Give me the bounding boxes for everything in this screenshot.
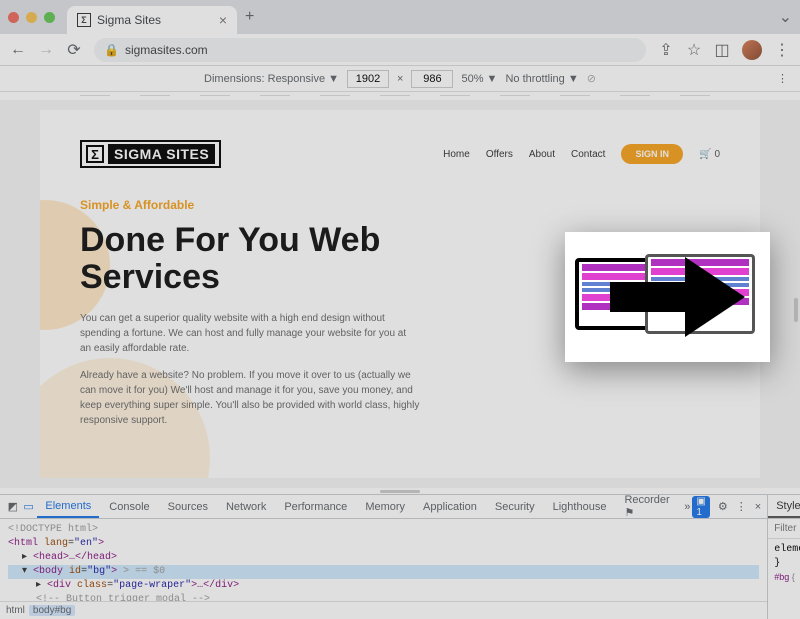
styles-panel[interactable]: element.style { } #bg { _setting.scss:11… — [768, 539, 800, 619]
rotate-icon[interactable]: ⊘ — [587, 72, 596, 85]
source-line[interactable]: <!-- Button trigger modal --> — [8, 593, 759, 601]
devtools-menu-icon[interactable]: ⋮ — [736, 500, 747, 513]
tab-styles[interactable]: Styles — [768, 495, 800, 518]
devtools-main: ◩ ▭ Elements Console Sources Network Per… — [0, 495, 768, 619]
tab-title: Sigma Sites — [97, 13, 161, 27]
overlay-graphic — [565, 232, 770, 362]
forward-button[interactable]: → — [38, 42, 54, 58]
tab-console[interactable]: Console — [101, 495, 157, 518]
lock-icon: 🔒 — [104, 43, 119, 57]
devtools-panel: ◩ ▭ Elements Console Sources Network Per… — [0, 494, 800, 619]
device-toolbar: Dimensions: Responsive ▼ × 50% ▼ No thro… — [0, 66, 800, 92]
tabs-overflow-icon[interactable]: » — [684, 501, 690, 513]
cart-button[interactable]: 🛒 0 — [699, 149, 720, 160]
cart-count: 0 — [714, 149, 720, 160]
hero-paragraph: You can get a superior quality website w… — [80, 311, 420, 356]
throttling-dropdown[interactable]: No throttling ▼ — [505, 73, 578, 85]
dimensions-dropdown[interactable]: Dimensions: Responsive ▼ — [204, 73, 339, 85]
elements-tree[interactable]: <!DOCTYPE html> <html lang="en"> ▸ <head… — [0, 519, 767, 601]
tab-overflow-icon[interactable]: ⌄ — [779, 7, 792, 27]
tab-application[interactable]: Application — [415, 495, 485, 518]
inline-style-rule[interactable]: element.style { — [774, 543, 800, 557]
tab-memory[interactable]: Memory — [357, 495, 413, 518]
browser-tab[interactable]: Σ Sigma Sites × — [67, 6, 237, 34]
styles-filter-row: :hov .cls + ▦ ⋮ — [768, 519, 800, 539]
styles-tabs: Styles Computed Layout Event Listeners » — [768, 495, 800, 519]
devtools-tabs: ◩ ▭ Elements Console Sources Network Per… — [0, 495, 767, 519]
maximize-window-icon[interactable] — [44, 12, 55, 23]
source-line[interactable]: <html lang="en"> — [8, 537, 759, 551]
nav-link-about[interactable]: About — [529, 149, 555, 160]
close-tab-icon[interactable]: × — [219, 12, 227, 28]
zoom-dropdown[interactable]: 50% ▼ — [461, 73, 497, 85]
browser-menu-icon[interactable]: ⋮ — [774, 42, 790, 58]
crumb-html[interactable]: html — [6, 605, 25, 616]
nav-link-home[interactable]: Home — [443, 149, 470, 160]
tab-security[interactable]: Security — [487, 495, 543, 518]
tab-network[interactable]: Network — [218, 495, 274, 518]
devtools-sidebar: Styles Computed Layout Event Listeners »… — [768, 495, 800, 619]
profile-avatar[interactable] — [742, 40, 762, 60]
breadcrumb: html body#bg — [0, 601, 767, 619]
hero-paragraph: Already have a website? No problem. If y… — [80, 368, 420, 428]
css-declaration[interactable]: background-size: cover; — [774, 598, 800, 612]
site-header: Σ SIGMA SITES Home Offers About Contact … — [80, 140, 720, 168]
source-line-selected[interactable]: ▾ <body id="bg"> > == $0 — [8, 565, 759, 579]
tab-elements[interactable]: Elements — [37, 495, 99, 518]
source-line[interactable]: ▸ <head>…</head> — [8, 551, 759, 565]
tab-recorder[interactable]: Recorder ⚑ — [616, 495, 682, 518]
tab-sources[interactable]: Sources — [160, 495, 216, 518]
tab-performance[interactable]: Performance — [276, 495, 355, 518]
favicon-icon: Σ — [77, 13, 91, 27]
browser-tab-strip: Σ Sigma Sites × + ⌄ — [0, 0, 800, 34]
device-height-input[interactable] — [411, 70, 453, 88]
window-controls — [8, 12, 55, 23]
hero-kicker: Simple & Affordable — [80, 198, 420, 212]
source-line[interactable]: <!DOCTYPE html> — [8, 523, 759, 537]
viewport-resize-handle[interactable] — [794, 298, 798, 322]
close-window-icon[interactable] — [8, 12, 19, 23]
nav-link-offers[interactable]: Offers — [486, 149, 513, 160]
source-line[interactable]: ▸ <div class="page-wraper">…</div> — [8, 579, 759, 593]
tab-lighthouse[interactable]: Lighthouse — [545, 495, 615, 518]
sigma-icon: Σ — [86, 145, 104, 163]
viewport-ruler — [0, 92, 800, 100]
crumb-body[interactable]: body#bg — [29, 605, 75, 616]
inspect-icon[interactable]: ◩ — [6, 499, 20, 515]
extensions-icon[interactable]: ◫ — [714, 42, 730, 58]
reload-button[interactable]: ⟳ — [66, 42, 82, 58]
hero-section: Simple & Affordable Done For You Web Ser… — [80, 198, 420, 428]
share-icon[interactable]: ⇪ — [658, 42, 674, 58]
nav-link-contact[interactable]: Contact — [571, 149, 605, 160]
site-logo[interactable]: Σ SIGMA SITES — [80, 140, 221, 168]
rule-header: #bg { _setting.scss:11 — [774, 571, 800, 584]
close-devtools-icon[interactable]: × — [755, 501, 761, 513]
device-toggle-icon[interactable]: ▭ — [22, 499, 36, 515]
bookmark-icon[interactable]: ☆ — [686, 42, 702, 58]
device-width-input[interactable] — [347, 70, 389, 88]
logo-text: SIGMA SITES — [108, 144, 215, 164]
url-input[interactable]: 🔒 sigmasites.com — [94, 38, 646, 62]
url-text: sigmasites.com — [125, 43, 208, 57]
styles-filter-input[interactable] — [774, 523, 800, 534]
minimize-window-icon[interactable] — [26, 12, 37, 23]
device-toolbar-menu-icon[interactable]: ⋮ — [777, 72, 788, 85]
css-declaration[interactable]: background-attachment: fixed; — [774, 584, 800, 598]
inline-style-rule: } — [774, 557, 800, 571]
address-bar: ← → ⟳ 🔒 sigmasites.com ⇪ ☆ ◫ ⋮ — [0, 34, 800, 66]
cart-icon: 🛒 — [699, 149, 711, 160]
settings-icon[interactable]: ⚙ — [718, 500, 728, 513]
site-nav: Home Offers About Contact SIGN IN 🛒 0 — [443, 144, 720, 164]
new-tab-button[interactable]: + — [245, 8, 254, 26]
back-button[interactable]: ← — [10, 42, 26, 58]
hero-headline: Done For You Web Services — [80, 222, 420, 297]
dimension-separator: × — [397, 73, 403, 85]
issues-badge[interactable]: ▣ 1 — [692, 496, 709, 518]
sign-in-button[interactable]: SIGN IN — [621, 144, 683, 164]
arrow-right-icon — [600, 247, 750, 347]
